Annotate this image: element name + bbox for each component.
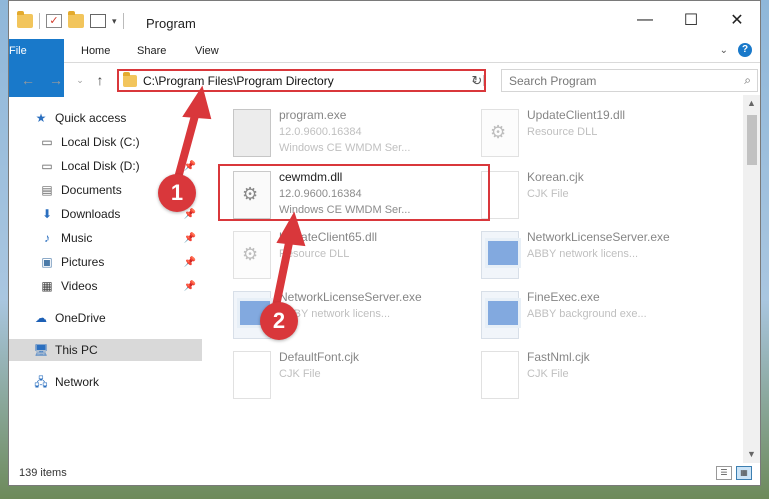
step-1-badge: 1 — [158, 174, 196, 212]
step-2-badge: 2 — [260, 302, 298, 340]
arrow-1-shaft — [174, 108, 200, 182]
arrow-1-head — [182, 85, 212, 120]
annotation-arrows — [174, 85, 306, 310]
arrow-2-shaft — [272, 234, 294, 310]
arrow-2-head — [276, 211, 306, 247]
